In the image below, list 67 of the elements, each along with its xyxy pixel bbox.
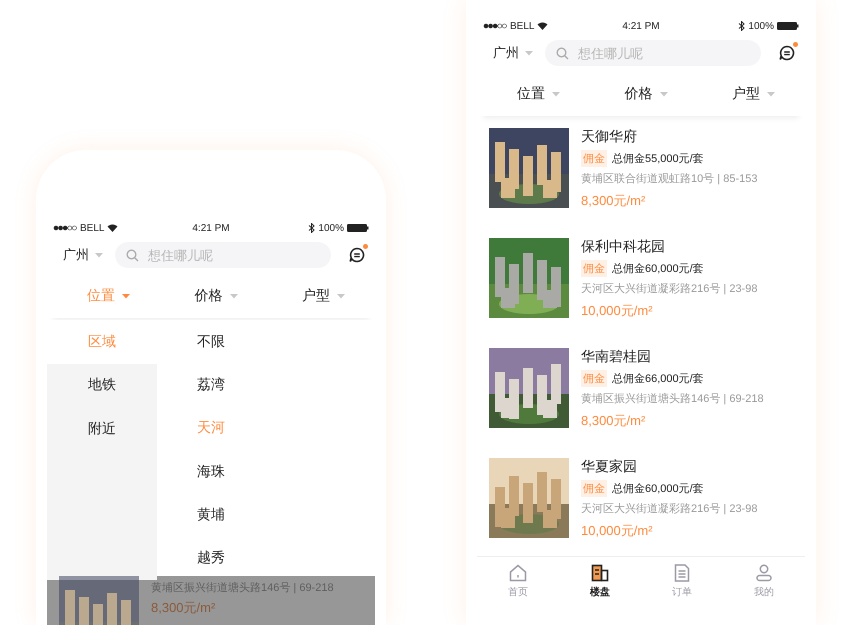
price-text: 8,300元/m²	[581, 412, 646, 430]
signal-icon	[53, 225, 77, 231]
battery-percent: 100%	[318, 222, 344, 234]
commission-tag: 佣金	[581, 480, 607, 497]
bluetooth-icon	[738, 21, 746, 31]
tab-bar-item[interactable]: 楼盘	[559, 557, 641, 605]
property-name[interactable]: 保利中科花园	[581, 238, 758, 256]
caret-icon	[660, 92, 668, 96]
document-icon	[672, 563, 692, 583]
property-name[interactable]: 华南碧桂园	[581, 348, 764, 366]
caret-icon	[767, 92, 775, 96]
search-field[interactable]: 想住哪儿呢	[115, 242, 331, 268]
building-icon	[590, 563, 610, 583]
city-selector[interactable]: 广州	[63, 246, 103, 264]
caret-icon	[230, 294, 238, 298]
commission-text: 总佣金55,000元/套	[612, 152, 704, 166]
wifi-icon	[537, 22, 548, 30]
commission-text: 总佣金66,000元/套	[612, 372, 704, 386]
home-icon	[508, 563, 528, 583]
property-name[interactable]: 华夏家园	[581, 458, 758, 476]
commission-tag: 佣金	[581, 260, 607, 277]
caret-icon	[552, 92, 560, 96]
carrier-name: BELL	[80, 222, 104, 234]
address-text: 天河区大兴街道凝彩路216号 | 23-98	[581, 502, 758, 516]
district-option[interactable]: 海珠	[197, 450, 225, 494]
price-text: 8,300元/m²	[581, 192, 646, 210]
price-text: 10,000元/m²	[581, 302, 654, 320]
commission-text: 总佣金60,000元/套	[612, 262, 704, 276]
category-item[interactable]: 附近	[47, 407, 157, 450]
price-text: 10,000元/m²	[581, 522, 654, 540]
city-selector[interactable]: 广州	[493, 44, 533, 62]
carrier-name: BELL	[510, 20, 534, 32]
message-icon[interactable]	[777, 43, 797, 63]
district-option[interactable]: 不限	[197, 320, 225, 364]
status-time: 4:21 PM	[622, 20, 660, 32]
price-text: 8,300元/m²	[151, 599, 216, 617]
district-option[interactable]: 越秀	[197, 536, 225, 580]
caret-icon	[95, 252, 103, 258]
battery-icon	[347, 224, 369, 232]
caret-icon	[525, 50, 533, 56]
address-text: 黄埔区联合街道观虹路10号 | 85-153	[581, 172, 758, 186]
commission-tag: 佣金	[581, 370, 607, 387]
caret-icon	[337, 294, 345, 298]
filter-tab[interactable]: 位置	[517, 80, 560, 108]
address-text: 黄埔区振兴街道塘头路146号 | 69-218	[581, 392, 764, 406]
property-name[interactable]: 天御华府	[581, 128, 758, 146]
address-text: 黄埔区振兴街道塘头路146号 | 69-218	[151, 580, 334, 595]
commission-text: 总佣金60,000元/套	[612, 482, 704, 496]
search-field[interactable]: 想住哪儿呢	[545, 40, 761, 66]
district-option[interactable]: 荔湾	[197, 363, 225, 407]
battery-icon	[777, 22, 799, 30]
district-option[interactable]: 黄埔	[197, 493, 225, 537]
battery-percent: 100%	[748, 20, 774, 32]
filter-tab[interactable]: 价格	[194, 282, 238, 310]
category-item[interactable]: 地铁	[47, 364, 157, 407]
filter-tab[interactable]: 户型	[302, 282, 345, 310]
filter-tab[interactable]: 价格	[624, 80, 668, 108]
bluetooth-icon	[308, 223, 316, 233]
address-text: 天河区大兴街道凝彩路216号 | 23-98	[581, 282, 758, 296]
status-time: 4:21 PM	[192, 222, 230, 234]
filter-tab[interactable]: 户型	[732, 80, 775, 108]
caret-icon	[122, 294, 130, 298]
wifi-icon	[107, 224, 118, 232]
commission-tag: 佣金	[581, 150, 607, 167]
person-icon	[754, 563, 774, 583]
message-icon[interactable]	[347, 245, 367, 265]
signal-icon	[483, 23, 507, 29]
